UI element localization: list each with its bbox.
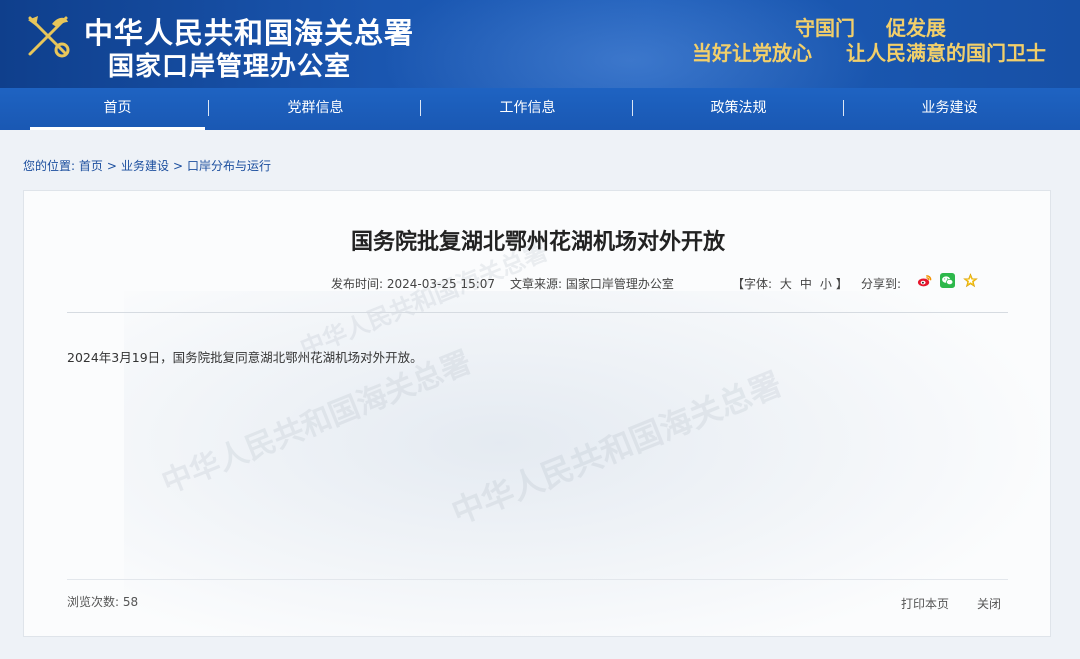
publish-date: 发布时间: 2024-03-25 15:07: [331, 275, 495, 292]
font-size-close-bracket: 】: [835, 277, 848, 291]
breadcrumb-prefix: 您的位置:: [23, 159, 76, 173]
nav-item-party[interactable]: 党群信息: [228, 88, 403, 130]
font-size-medium[interactable]: 中: [800, 277, 812, 291]
view-count-value: 58: [122, 595, 139, 609]
close-button[interactable]: 关闭: [977, 595, 1001, 612]
slogan-3: 当好让党放心: [692, 41, 812, 65]
site-header: 中华人民共和国海关总署 国家口岸管理办公室 守国门 促发展 当好让党放心 让人民…: [0, 0, 1080, 88]
main-nav: 首页 党群信息 工作信息 政策法规 业务建设: [0, 88, 1080, 130]
font-size-small[interactable]: 小: [820, 277, 832, 291]
breadcrumb-business[interactable]: 业务建设: [121, 159, 169, 173]
article-header-divider: [67, 312, 1008, 313]
article-body: 2024年3月19日，国务院批复同意湖北鄂州花湖机场对外开放。: [67, 350, 423, 365]
nav-item-home[interactable]: 首页: [30, 88, 205, 130]
nav-separator: [843, 100, 844, 116]
share-label: 分享到:: [861, 277, 902, 291]
article-source-label: 文章来源:: [510, 277, 563, 291]
breadcrumb-port-distribution[interactable]: 口岸分布与运行: [187, 159, 271, 173]
font-size-label: 【字体:: [732, 277, 773, 291]
article-card: 中华人民共和国海关总署 中华人民共和国海关总署 中华人民共和国海关总署 国务院批…: [23, 190, 1051, 637]
view-count-label: 浏览次数:: [67, 595, 120, 609]
nav-separator: [208, 100, 209, 116]
nav-item-policy[interactable]: 政策法规: [651, 88, 826, 130]
publish-date-label: 发布时间:: [331, 277, 384, 291]
font-size-controls: 【字体: 大中小】: [732, 275, 848, 292]
view-count: 浏览次数: 58: [67, 593, 138, 610]
breadcrumb: 您的位置: 首页 > 业务建设 > 口岸分布与运行: [23, 157, 271, 174]
article-footer-divider: [67, 579, 1008, 580]
weibo-icon[interactable]: [917, 273, 932, 288]
breadcrumb-separator: >: [106, 159, 117, 173]
customs-emblem-icon[interactable]: [22, 10, 74, 62]
article-source: 文章来源: 国家口岸管理办公室: [510, 275, 674, 292]
slogan-4: 让人民满意的国门卫士: [846, 41, 1046, 65]
nav-separator: [632, 100, 633, 116]
publish-date-value: 2024-03-25 15:07: [386, 277, 496, 291]
breadcrumb-separator: >: [172, 159, 184, 173]
breadcrumb-home[interactable]: 首页: [79, 159, 103, 173]
brand-subtitle: 国家口岸管理办公室: [108, 52, 352, 82]
nav-item-business[interactable]: 业务建设: [862, 88, 1037, 130]
print-page-button[interactable]: 打印本页: [901, 595, 949, 612]
article-source-value: 国家口岸管理办公室: [565, 277, 674, 291]
nav-separator: [420, 100, 421, 116]
font-size-large[interactable]: 大: [780, 277, 792, 291]
wechat-icon[interactable]: [940, 273, 955, 288]
article-title: 国务院批复湖北鄂州花湖机场对外开放: [350, 230, 725, 255]
favorite-star-icon[interactable]: [963, 273, 978, 288]
nav-item-work[interactable]: 工作信息: [440, 88, 615, 130]
